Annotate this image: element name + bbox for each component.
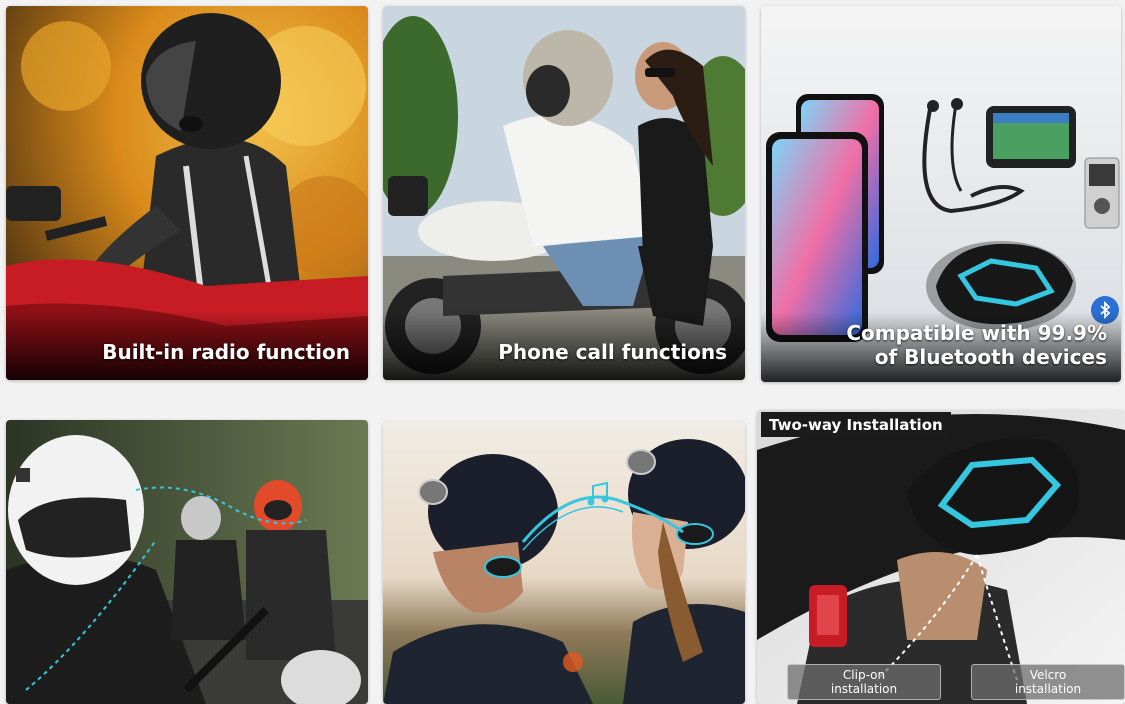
- velcro-line2: installation: [1014, 682, 1082, 696]
- caption-radio: Built-in radio function: [102, 340, 350, 364]
- tile-music-sharing: [383, 422, 745, 704]
- tile-radio-function: Built-in radio function: [6, 6, 368, 380]
- caption-compatibility-line1: Compatible with 99.9%: [846, 321, 1107, 345]
- clip-on-installation-label: Clip-on installation: [787, 664, 941, 700]
- clip-on-line2: installation: [830, 682, 898, 696]
- tile-group-riding: [6, 420, 368, 704]
- group-riding-photo: [6, 420, 368, 704]
- tile-compatibility: Compatible with 99.9% of Bluetooth devic…: [761, 6, 1121, 382]
- caption-phone: Phone call functions: [498, 340, 727, 364]
- tile-installation: Two-way Installation Clip-on installatio…: [757, 410, 1125, 704]
- helmet-mount-photo: [757, 410, 1125, 704]
- installation-banner: Two-way Installation: [761, 412, 951, 437]
- clip-on-line1: Clip-on: [842, 668, 886, 682]
- velcro-line1: Velcro: [1029, 668, 1067, 682]
- caption-compatibility-line2: of Bluetooth devices: [874, 345, 1107, 369]
- music-sharing-photo: [383, 422, 745, 704]
- music-note-icon: [587, 481, 609, 506]
- velcro-installation-label: Velcro installation: [971, 664, 1125, 700]
- tile-phone-call: Phone call functions: [383, 6, 745, 380]
